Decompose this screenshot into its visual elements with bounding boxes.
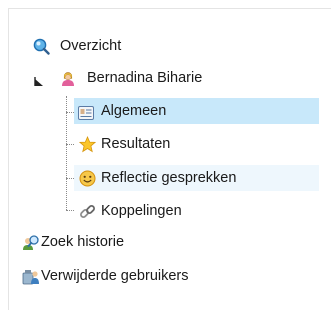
link-icon [79, 203, 95, 219]
tree-item-verwijderde-gebruikers[interactable]: Verwijderde gebruikers [22, 264, 312, 288]
tree-item-label: Reflectie gesprekken [101, 170, 237, 186]
tree-item-label: Resultaten [101, 136, 171, 152]
tree-item-zoek-historie[interactable]: Zoek historie [22, 230, 302, 254]
user-search-icon [22, 234, 39, 250]
tree-guide-horizontal [66, 144, 74, 145]
tree-guide-horizontal [66, 210, 74, 211]
star-icon [78, 135, 97, 153]
tree-item-label: Koppelingen [101, 203, 182, 219]
tree-item-user[interactable]: Bernadina Biharie [33, 66, 293, 90]
tree-item-label: Overzicht [60, 38, 122, 54]
users-deleted-icon [22, 268, 39, 285]
id-card-icon [78, 103, 94, 120]
tree-item-label: Verwijderde gebruikers [41, 268, 189, 284]
tree-item-label: Algemeen [101, 103, 167, 119]
tree-item-label: Bernadina Biharie [87, 70, 203, 86]
tree-item-koppelingen[interactable]: Koppelingen [74, 199, 319, 223]
tree-item-resultaten[interactable]: Resultaten [74, 132, 319, 156]
tree-guide-horizontal [66, 178, 74, 179]
tree-item-label: Zoek historie [41, 234, 125, 250]
tree-item-overzicht[interactable]: Overzicht [33, 34, 293, 58]
smiley-icon [79, 170, 96, 187]
tree-guide-vertical [66, 96, 67, 210]
user-female-icon [60, 70, 76, 86]
expanded-arrow-icon[interactable] [33, 72, 45, 86]
tree-guide-horizontal [66, 112, 74, 113]
tree-item-algemeen[interactable]: Algemeen [74, 98, 319, 124]
tree-item-reflectie-gesprekken[interactable]: Reflectie gesprekken [74, 165, 319, 191]
magnifier-icon [33, 38, 50, 55]
